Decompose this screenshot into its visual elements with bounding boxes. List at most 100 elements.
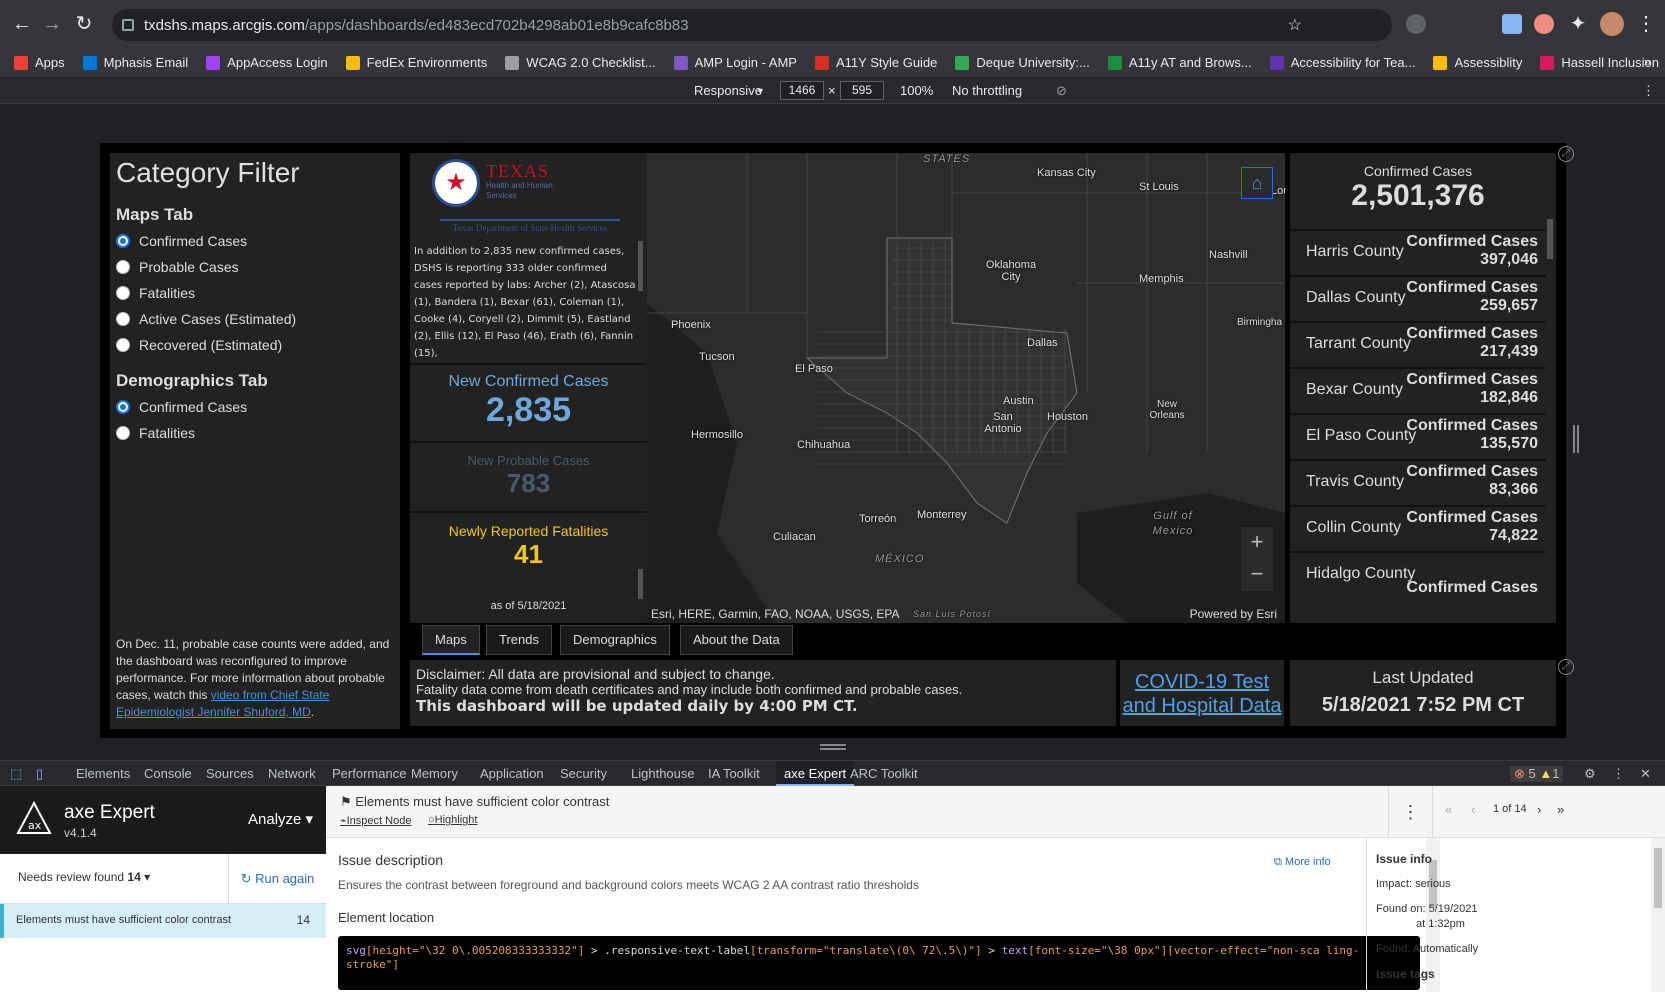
back-icon[interactable]: ←: [10, 12, 34, 36]
fullscreen-icon[interactable]: ⤢: [1558, 659, 1574, 675]
devtools-tab[interactable]: Network: [268, 766, 316, 781]
inspect-node-link[interactable]: ⌁Inspect Node: [340, 814, 411, 827]
fullscreen-icon[interactable]: ⤢: [1558, 146, 1574, 162]
next-page-icon[interactable]: ›: [1537, 802, 1541, 817]
list-scrollbar[interactable]: [1547, 219, 1553, 259]
device-toggle-icon[interactable]: ▯: [36, 766, 43, 782]
radio-button-icon[interactable]: [116, 260, 130, 274]
bookmark-item[interactable]: Deque University:...: [955, 55, 1090, 70]
county-list-item[interactable]: Bexar County Confirmed Cases 182,846: [1290, 367, 1546, 411]
radio-button-icon[interactable]: [116, 338, 130, 352]
element-selector-code[interactable]: svg[height="\32 0\.005208333333332"] > .…: [338, 936, 1420, 990]
devtools-tab[interactable]: axe Expert: [776, 761, 855, 786]
county-list-item[interactable]: Harris County Confirmed Cases 397,046: [1290, 229, 1546, 273]
throttle-select[interactable]: No throttling: [952, 83, 1022, 98]
extension-w-icon[interactable]: [1406, 14, 1426, 34]
rotate-icon[interactable]: ⊘: [1056, 83, 1067, 99]
devtools-tab[interactable]: Elements: [76, 766, 130, 781]
bookmark-item[interactable]: Mphasis Email: [82, 55, 188, 70]
first-page-icon[interactable]: «: [1445, 802, 1452, 817]
county-list-item[interactable]: Collin County Confirmed Cases 74,822: [1290, 505, 1546, 549]
county-list-item[interactable]: El Paso County Confirmed Cases 135,570: [1290, 413, 1546, 457]
drag-handle[interactable]: [820, 744, 846, 750]
county-list-item[interactable]: Travis County Confirmed Cases 83,366: [1290, 459, 1546, 503]
devtools-tab[interactable]: IA Toolkit: [708, 766, 760, 781]
bookmark-item[interactable]: Apps: [14, 55, 65, 70]
extension-orange-icon[interactable]: [1534, 14, 1554, 34]
radio-maps-probable[interactable]: Probable Cases: [116, 259, 239, 275]
reload-icon[interactable]: ↻: [72, 12, 96, 36]
bookmark-item[interactable]: AMP Login - AMP: [673, 55, 797, 70]
radio-maps-active[interactable]: Active Cases (Estimated): [116, 311, 296, 327]
radio-maps-recovered[interactable]: Recovered (Estimated): [116, 337, 282, 353]
forward-icon[interactable]: →: [40, 12, 64, 36]
device-mode[interactable]: Responsive: [694, 83, 762, 98]
devtools-tab[interactable]: Performance: [332, 766, 406, 781]
covid-test-link[interactable]: COVID-19 Test and Hospital Data: [1120, 660, 1284, 718]
close-icon[interactable]: ✕: [1640, 766, 1651, 782]
county-list-item[interactable]: Dallas County Confirmed Cases 259,657: [1290, 275, 1546, 319]
bookmarks-overflow-icon[interactable]: »: [1644, 54, 1651, 69]
prev-page-icon[interactable]: ‹: [1471, 802, 1475, 817]
radio-button-icon[interactable]: [116, 400, 130, 414]
url-input[interactable]: txdshs.maps.arcgis.com/apps/dashboards/e…: [112, 9, 1392, 41]
radio-button-icon[interactable]: [116, 286, 130, 300]
home-icon[interactable]: ⌂: [1241, 167, 1273, 199]
bookmark-item[interactable]: Assessiblity: [1433, 55, 1522, 70]
devtools-tab[interactable]: Application: [480, 766, 544, 781]
radio-button-icon[interactable]: [116, 312, 130, 326]
bookmark-item[interactable]: A11Y Style Guide: [814, 55, 937, 70]
menu-dots-icon[interactable]: ⋮: [1634, 12, 1658, 36]
map-view[interactable]: STATES Kansas City St Louis Lou Nashvill…: [647, 153, 1285, 623]
info-scrollbar[interactable]: [1651, 838, 1665, 992]
devtools-more-icon[interactable]: ⋮: [1612, 766, 1625, 782]
tab-maps[interactable]: Maps: [422, 625, 480, 655]
zoom-in-icon[interactable]: +: [1241, 527, 1273, 559]
extension-pocket-icon[interactable]: [1502, 14, 1522, 34]
resize-handle[interactable]: [1573, 425, 1579, 453]
bookmark-item[interactable]: Accessibility for Tea...: [1269, 55, 1415, 70]
devtools-tab[interactable]: Lighthouse: [631, 766, 695, 781]
county-list-item[interactable]: Tarrant County Confirmed Cases 217,439: [1290, 321, 1546, 365]
gear-icon[interactable]: ⚙: [1584, 766, 1596, 782]
bookmark-item[interactable]: Hassell Inclusion: [1540, 55, 1659, 70]
issue-menu-icon[interactable]: ⋮: [1388, 786, 1432, 838]
tab-about-data[interactable]: About the Data: [680, 625, 793, 655]
indicator-scrollbar[interactable]: [638, 569, 643, 599]
devtools-tab[interactable]: Console: [144, 766, 192, 781]
bookmark-item[interactable]: A11y AT and Brows...: [1107, 55, 1252, 70]
puzzle-icon[interactable]: ✦: [1566, 12, 1590, 36]
devtools-tab[interactable]: Sources: [206, 766, 254, 781]
news-scrollbar[interactable]: [638, 241, 643, 291]
devtools-tab[interactable]: Memory: [411, 766, 458, 781]
device-width-input[interactable]: 1466: [780, 81, 824, 100]
zoom-out-icon[interactable]: −: [1241, 559, 1273, 591]
issue-list-item[interactable]: Elements must have sufficient color cont…: [0, 904, 326, 938]
radio-button-icon[interactable]: [116, 234, 130, 248]
device-more-icon[interactable]: ⋮: [1642, 83, 1655, 99]
device-height-input[interactable]: 595: [840, 81, 884, 100]
bookmark-item[interactable]: AppAccess Login: [206, 55, 328, 70]
run-again-button[interactable]: ↻ Run again: [228, 854, 326, 904]
radio-button-icon[interactable]: [116, 426, 130, 440]
issue-counter[interactable]: ⊗ 5 ▲1: [1510, 766, 1564, 782]
devtools-tab[interactable]: ARC Toolkit: [850, 766, 918, 781]
tab-trends[interactable]: Trends: [486, 625, 552, 655]
avatar[interactable]: [1600, 12, 1624, 36]
radio-maps-confirmed[interactable]: Confirmed Cases: [116, 233, 247, 249]
radio-maps-fatalities[interactable]: Fatalities: [116, 285, 195, 301]
inspect-icon[interactable]: ⬚: [10, 766, 22, 782]
analyze-button[interactable]: Analyze ▾: [248, 810, 313, 828]
bookmark-item[interactable]: FedEx Environments: [345, 55, 487, 70]
powered-by-esri[interactable]: Powered by Esri: [1190, 607, 1277, 621]
last-page-icon[interactable]: »: [1557, 802, 1564, 817]
county-list-item[interactable]: Hidalgo County Confirmed Cases: [1290, 551, 1546, 596]
tab-demographics[interactable]: Demographics: [560, 625, 670, 655]
radio-demo-fatalities[interactable]: Fatalities: [116, 425, 195, 441]
devtools-tab[interactable]: Security: [560, 766, 607, 781]
zoom-select[interactable]: 100%: [900, 83, 933, 98]
star-icon[interactable]: ☆: [1288, 15, 1302, 35]
needs-review-dropdown[interactable]: Needs review found 14 ▾: [18, 870, 150, 884]
radio-demo-confirmed[interactable]: Confirmed Cases: [116, 399, 247, 415]
more-info-link[interactable]: ⧉ More info: [1274, 856, 1331, 869]
